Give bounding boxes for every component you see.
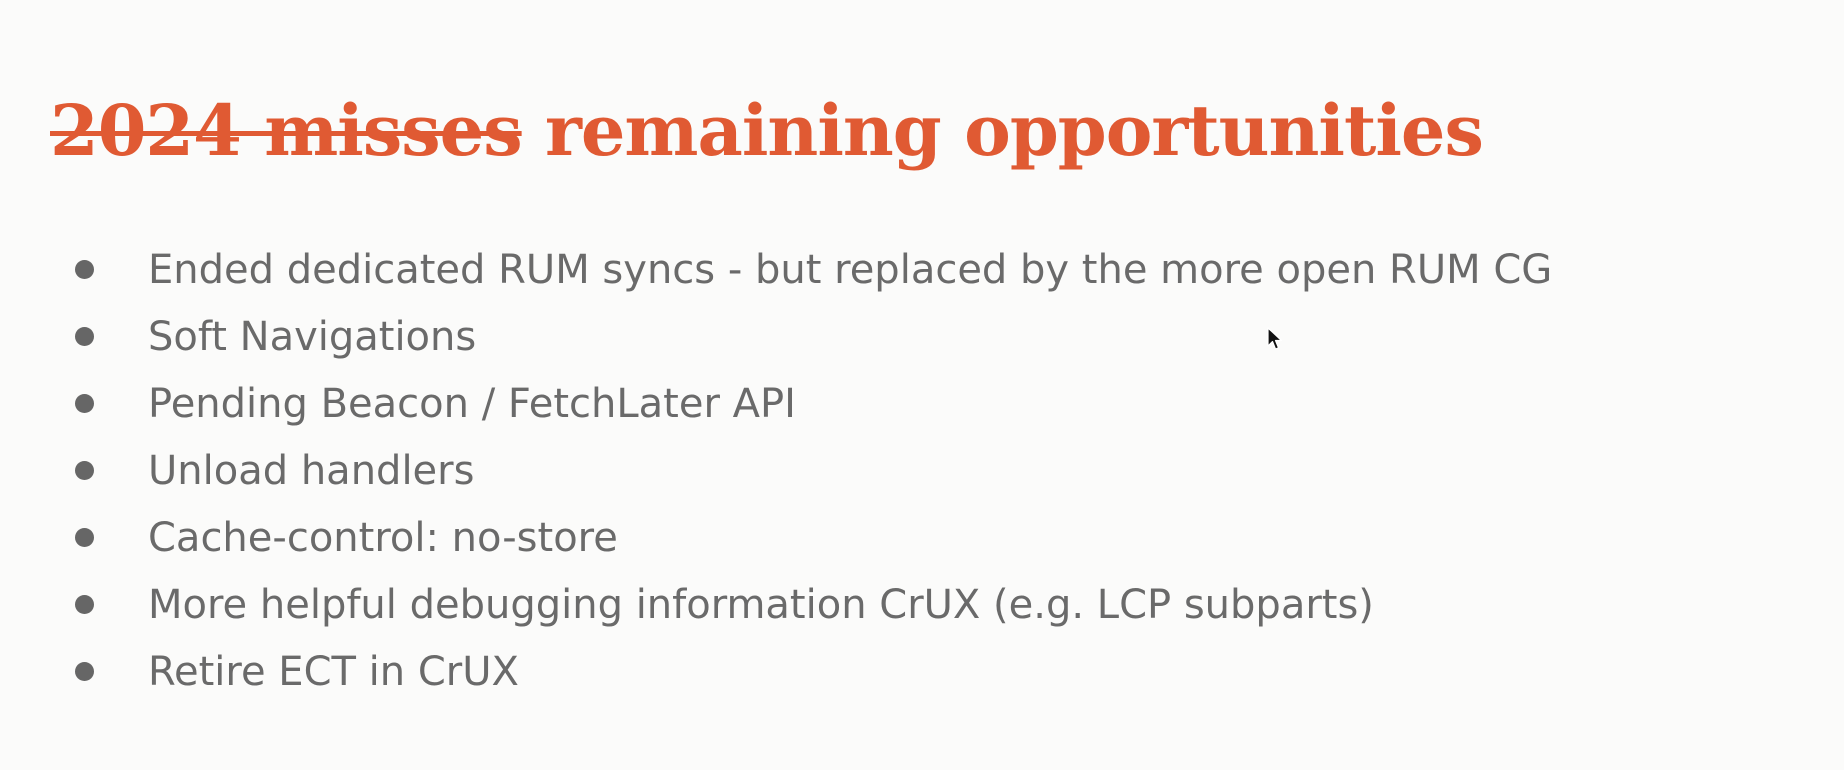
- slide-title: 2024 misses remaining opportunities: [50, 86, 1484, 176]
- bullet-icon: [75, 662, 94, 681]
- bullet-icon: [75, 528, 94, 547]
- bullet-icon: [75, 461, 94, 480]
- bullet-icon: [75, 260, 94, 279]
- bullet-icon: [75, 327, 94, 346]
- bullet-icon: [75, 595, 94, 614]
- bullet-text: Soft Navigations: [148, 313, 477, 360]
- presentation-slide: 2024 misses remaining opportunities Ende…: [0, 0, 1844, 770]
- bullet-text: More helpful debugging information CrUX …: [148, 581, 1374, 628]
- bullet-text: Retire ECT in CrUX: [148, 648, 519, 695]
- bullet-text: Cache-control: no-store: [148, 514, 618, 561]
- bullet-text: Ended dedicated RUM syncs - but replaced…: [148, 246, 1553, 293]
- title-struck-text: 2024 misses: [50, 89, 523, 172]
- bullet-text: Pending Beacon / FetchLater API: [148, 380, 796, 427]
- bullet-text: Unload handlers: [148, 447, 475, 494]
- bullet-icon: [75, 394, 94, 413]
- title-text: remaining opportunities: [545, 89, 1484, 172]
- mouse-pointer-icon: [1267, 327, 1283, 350]
